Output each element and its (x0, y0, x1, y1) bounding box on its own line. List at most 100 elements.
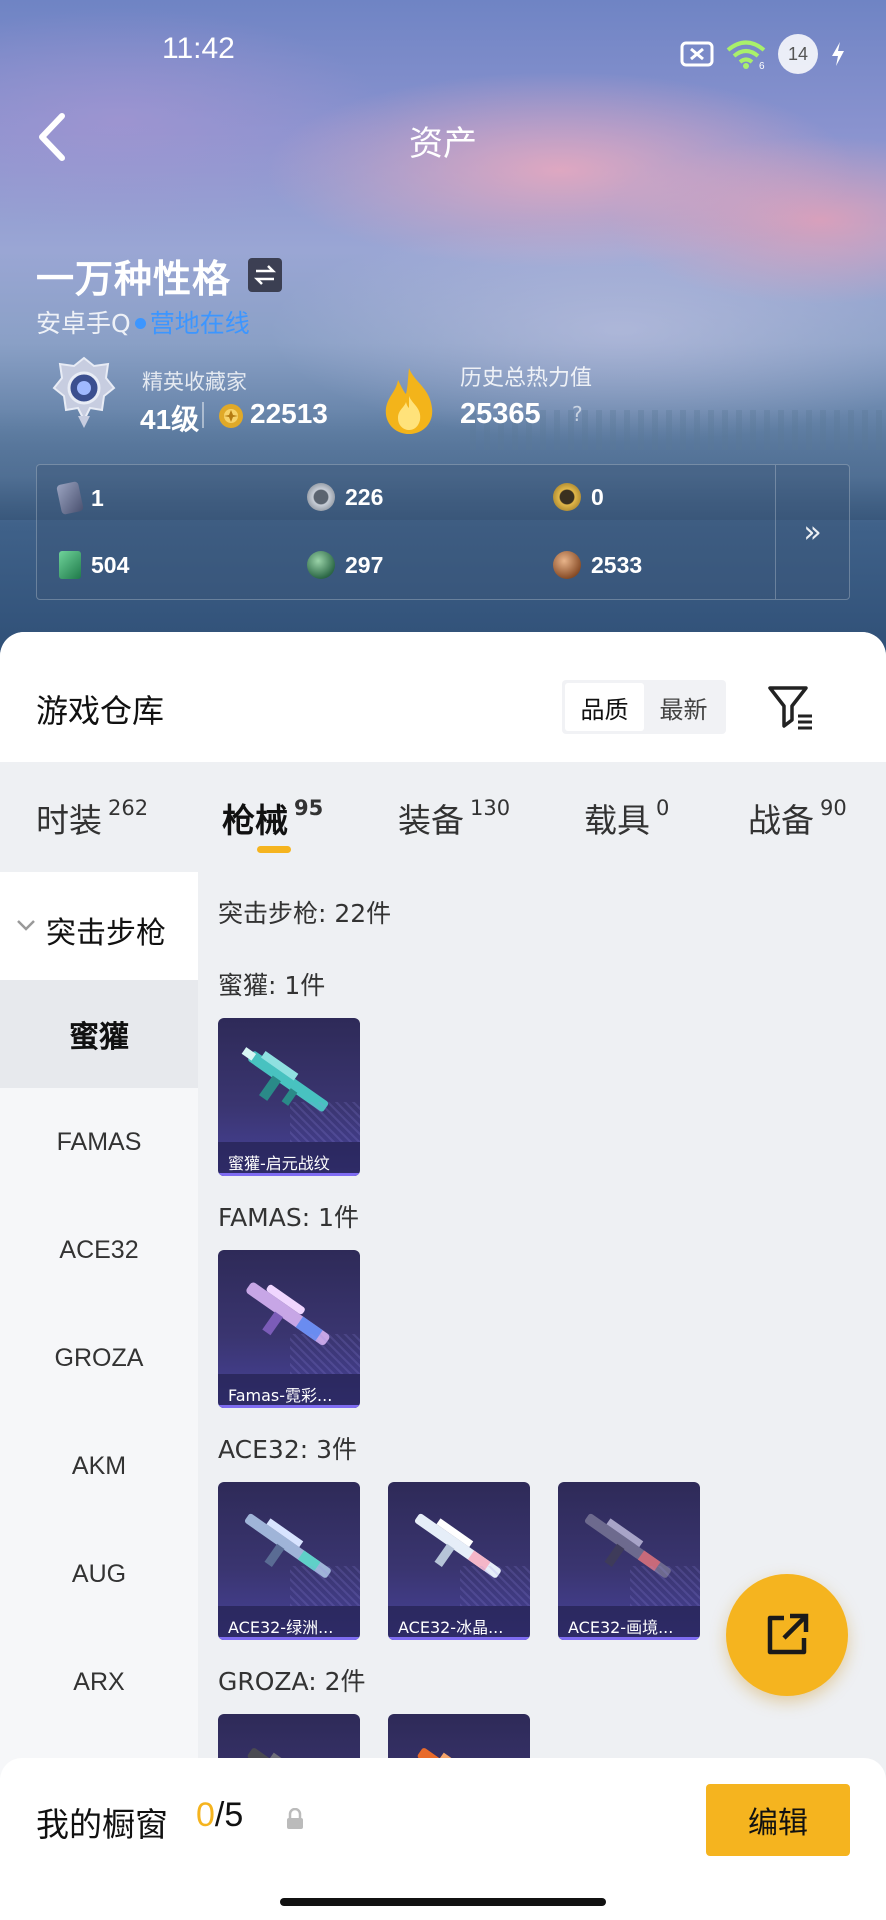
category-total-label: 突击步枪: 22件 (218, 899, 392, 928)
sort-option-quality[interactable]: 品质 (565, 683, 644, 731)
weapon-card[interactable]: ACE32-冰晶... (388, 1482, 530, 1640)
stat-item: 226 (307, 483, 383, 511)
status-icons: 6 14 (680, 34, 846, 74)
share-icon (767, 1613, 809, 1655)
stat-item: 297 (307, 551, 383, 579)
tab-count: 95 (294, 796, 324, 820)
stats-more-button[interactable]: » (775, 465, 849, 599)
weapon-card[interactable]: 蜜獾-启元战纹 (218, 1018, 360, 1176)
card-pattern (290, 1334, 360, 1374)
tab-count: 262 (108, 796, 149, 820)
sidebar-item-ace32[interactable]: ACE32 (0, 1196, 198, 1304)
card-pattern (630, 1566, 700, 1606)
tab-count: 0 (656, 796, 670, 820)
sort-option-latest[interactable]: 最新 (644, 683, 723, 731)
tab-label: 载具 (584, 801, 650, 840)
weapon-card-name: ACE32-画境... (558, 1606, 700, 1640)
section-label: 蜜獾: 1件 (218, 971, 326, 1000)
tab-firearms[interactable]: 枪械 95 (222, 794, 323, 842)
weapon-card-name: 蜜獾-启元战纹 (218, 1142, 360, 1176)
sidebar-item-arx[interactable]: ARX (0, 1628, 198, 1736)
stat-item: 2533 (553, 551, 642, 579)
tab-label: 战备 (748, 801, 814, 840)
active-tab-indicator (257, 846, 291, 853)
weapon-card[interactable]: Famas-霓彩... (218, 1250, 360, 1408)
switch-account-icon[interactable] (248, 258, 282, 292)
share-button[interactable] (726, 1574, 848, 1696)
heat-value: 25365 (460, 398, 541, 430)
home-indicator (280, 1898, 606, 1906)
svg-text:6: 6 (759, 61, 765, 69)
rank-emblem-icon (52, 356, 116, 430)
card-pattern (460, 1566, 530, 1606)
lock-icon (287, 1808, 303, 1829)
page-title: 资产 (409, 124, 477, 164)
sort-toggle: 品质 最新 (562, 680, 726, 734)
sidebar-group-label: 突击步枪 (46, 916, 166, 951)
filter-button[interactable] (766, 682, 814, 732)
coin-icon (218, 403, 244, 429)
weapon-card-name: ACE32-绿洲... (218, 1606, 360, 1640)
showcase-total: /5 (214, 1796, 244, 1834)
section-label: ACE32: 3件 (218, 1435, 358, 1464)
stat-value: 504 (91, 551, 130, 578)
sidebar-group-assault-rifle[interactable]: 突击步枪 (0, 872, 198, 980)
divider (202, 402, 204, 428)
profile-subtitle: 安卓手Q 营地在线 (36, 304, 250, 340)
weapon-card-name: ACE32-冰晶... (388, 1606, 530, 1640)
stat-item: 1 (56, 481, 104, 515)
green-card-icon (59, 551, 81, 579)
sidebar-item-aug[interactable]: AUG (0, 1520, 198, 1628)
filter-icon (768, 686, 812, 730)
weapon-card[interactable]: ACE32-绿洲... (218, 1482, 360, 1640)
tab-label: 装备 (398, 801, 464, 840)
sidebar-item-honey-badger[interactable]: 蜜獾 (0, 980, 198, 1088)
charging-icon (830, 41, 846, 67)
section-label: GROZA: 2件 (218, 1667, 366, 1696)
coin-value: 22513 (250, 398, 328, 429)
rank-title: 精英收藏家 (142, 370, 247, 394)
wifi-icon: 6 (726, 39, 766, 69)
showcase-current: 0 (196, 1796, 215, 1834)
weapon-card[interactable]: ACE32-画境... (558, 1482, 700, 1640)
tab-count: 130 (470, 796, 511, 820)
sidebar-item-groza[interactable]: GROZA (0, 1304, 198, 1412)
warehouse-title: 游戏仓库 (36, 692, 165, 730)
stat-item: 504 (59, 551, 129, 579)
bronze-orb-icon (553, 551, 581, 579)
status-bar: 11:42 6 14 (0, 0, 886, 100)
showcase-title: 我的橱窗 (36, 1805, 168, 1844)
status-time: 11:42 (162, 32, 235, 65)
stat-value: 297 (345, 551, 384, 578)
battery-indicator: 14 (778, 34, 818, 74)
warehouse-header: 游戏仓库 品质 最新 (0, 632, 886, 762)
silver-medal-icon (307, 483, 335, 511)
weapon-card-name: Famas-霓彩... (218, 1374, 360, 1408)
flame-icon (380, 366, 438, 436)
rank-level: 41级 (140, 404, 200, 435)
tab-label: 枪械 (222, 801, 288, 840)
stat-value: 226 (345, 483, 384, 510)
profile-name: 一万种性格 (36, 257, 232, 301)
stat-value: 0 (591, 483, 604, 510)
online-status: 营地在线 (149, 309, 250, 338)
tab-supplies[interactable]: 战备 90 (748, 794, 847, 842)
tab-fashion[interactable]: 时装 262 (36, 794, 148, 842)
chevron-down-icon (17, 920, 35, 931)
stat-item: 0 (553, 483, 604, 511)
sidebar-item-akm[interactable]: AKM (0, 1412, 198, 1520)
warehouse-sheet: 游戏仓库 品质 最新 时装 262 枪械 95 装备 130 载具 0 战备 90 突击步… (0, 632, 886, 1920)
stat-value: 1 (91, 484, 104, 511)
edit-button[interactable]: 编辑 (706, 1784, 850, 1856)
stats-panel: 1 226 0 504 297 2533 » (36, 464, 850, 600)
card-icon (56, 481, 84, 515)
stat-value: 2533 (591, 551, 643, 578)
tab-vehicles[interactable]: 载具 0 (584, 794, 669, 842)
showcase-count: 0/5 (196, 1796, 243, 1835)
green-orb-icon (307, 551, 335, 579)
showcase-bar: 我的橱窗 0/5 编辑 (0, 1758, 886, 1920)
sidebar-item-famas[interactable]: FAMAS (0, 1088, 198, 1196)
help-icon[interactable]: ? (572, 402, 583, 426)
gold-badge-icon (553, 483, 581, 511)
tab-equipment[interactable]: 装备 130 (398, 794, 510, 842)
